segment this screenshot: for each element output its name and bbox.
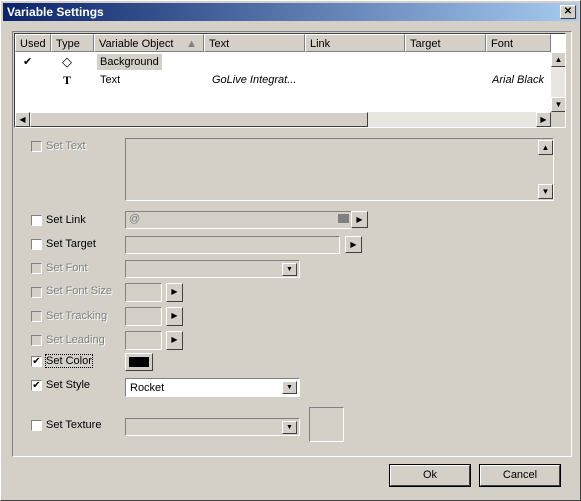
col-used[interactable]: Used (15, 34, 51, 52)
set-font-size-checkbox[interactable] (31, 287, 42, 298)
set-text-label: Set Text (46, 140, 86, 152)
variable-settings-dialog: Variable Settings ✕ Used Type Variable O… (0, 0, 581, 501)
set-target-field[interactable] (125, 236, 340, 254)
set-leading-label: Set Leading (46, 334, 105, 346)
color-swatch (129, 357, 149, 367)
set-link-label: Set Link (46, 214, 86, 226)
row-object-name: Text (100, 74, 121, 86)
leading-field[interactable] (125, 331, 162, 350)
scroll-right-icon[interactable]: ▶ (536, 112, 551, 127)
folder-icon[interactable] (338, 214, 349, 223)
cancel-button[interactable]: Cancel (479, 464, 561, 487)
row-object-name: Background (97, 54, 162, 70)
scroll-down-icon[interactable]: ▼ (551, 97, 565, 112)
set-style-checkbox[interactable]: ✔ (31, 380, 42, 391)
style-select-value: Rocket (130, 382, 165, 394)
variable-list[interactable]: Used Type Variable Object ▲ Text Link Ta… (14, 33, 566, 128)
background-type-icon: ◇ (62, 54, 72, 69)
sort-asc-icon: ▲ (186, 38, 197, 50)
col-variable-object-label: Variable Object (99, 38, 174, 50)
horizontal-scroll-thumb[interactable] (30, 112, 368, 127)
set-link-checkbox[interactable] (31, 215, 42, 226)
ok-button[interactable]: Ok (389, 464, 471, 487)
col-variable-object[interactable]: Variable Object ▲ (94, 34, 204, 52)
set-link-field[interactable]: @ (125, 211, 352, 229)
set-target-label: Set Target (46, 238, 96, 250)
window-title: Variable Settings (7, 5, 104, 19)
texture-select[interactable]: ▼ (125, 418, 300, 436)
set-font-size-label: Set Font Size (46, 285, 113, 297)
set-text-checkbox[interactable] (31, 141, 42, 152)
text-scroll-up-icon[interactable]: ▲ (538, 140, 553, 155)
col-type[interactable]: Type (51, 34, 94, 52)
font-dropdown-icon[interactable]: ▼ (282, 263, 297, 276)
list-row-text[interactable]: T Text GoLive Integrat... Arial Black (15, 72, 551, 88)
title-bar: Variable Settings ✕ (3, 3, 578, 21)
col-target[interactable]: Target (405, 34, 486, 52)
set-color-label: Set Color (45, 354, 93, 368)
text-type-icon: T (63, 73, 72, 87)
set-font-label: Set Font (46, 262, 88, 274)
set-font-select[interactable]: ▼ (125, 260, 300, 278)
set-color-checkbox[interactable]: ✔ (31, 356, 42, 367)
font-size-arrow-icon[interactable]: ▶ (166, 283, 183, 302)
link-arrow-icon[interactable]: ▶ (351, 211, 368, 228)
color-swatch-button[interactable] (125, 353, 153, 371)
target-arrow-icon[interactable]: ▶ (345, 236, 362, 253)
text-scroll-down-icon[interactable]: ▼ (538, 184, 553, 199)
style-dropdown-icon[interactable]: ▼ (282, 381, 297, 394)
scroll-left-icon[interactable]: ◀ (15, 112, 30, 127)
font-size-field[interactable] (125, 283, 162, 302)
set-text-field[interactable] (125, 138, 554, 201)
set-style-label: Set Style (46, 379, 91, 391)
set-font-checkbox[interactable] (31, 263, 42, 274)
row-font-value: Arial Black (492, 74, 544, 86)
set-texture-label: Set Texture (46, 419, 102, 431)
scrollbar-corner (551, 112, 565, 127)
set-texture-checkbox[interactable] (31, 420, 42, 431)
tracking-arrow-icon[interactable]: ▶ (166, 307, 183, 326)
texture-dropdown-icon[interactable]: ▼ (282, 421, 297, 434)
used-check-icon: ✔ (23, 56, 33, 68)
link-at-icon: @ (129, 213, 141, 225)
row-text-value: GoLive Integrat... (212, 74, 297, 86)
style-select[interactable]: Rocket ▼ (125, 378, 300, 397)
scroll-up-icon[interactable]: ▲ (551, 52, 565, 67)
set-target-checkbox[interactable] (31, 239, 42, 250)
tracking-field[interactable] (125, 307, 162, 326)
list-row-background[interactable]: ✔ ◇ Background (15, 54, 551, 70)
texture-preview (309, 407, 344, 442)
col-link[interactable]: Link (305, 34, 405, 52)
col-font[interactable]: Font (486, 34, 551, 52)
close-icon[interactable]: ✕ (560, 5, 576, 19)
set-leading-checkbox[interactable] (31, 335, 42, 346)
leading-arrow-icon[interactable]: ▶ (166, 331, 183, 350)
col-text[interactable]: Text (204, 34, 305, 52)
set-tracking-checkbox[interactable] (31, 311, 42, 322)
set-tracking-label: Set Tracking (46, 310, 108, 322)
